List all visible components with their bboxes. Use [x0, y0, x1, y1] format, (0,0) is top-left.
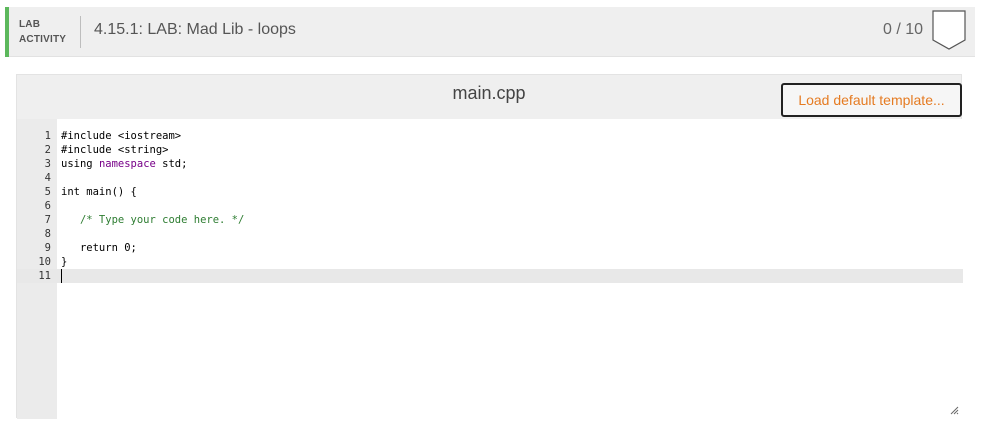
line-code-text[interactable]: #include <iostream>: [61, 129, 181, 143]
code-line[interactable]: 9 return 0;: [17, 241, 963, 255]
lab-header: LAB ACTIVITY 4.15.1: LAB: Mad Lib - loop…: [5, 7, 975, 57]
line-number: 3: [44, 158, 51, 170]
code-line[interactable]: 3 using namespace std;: [17, 157, 963, 171]
code-line[interactable]: 1 #include <iostream>: [17, 129, 963, 143]
activity-label-line1: LAB: [19, 19, 41, 30]
text-cursor: [61, 269, 62, 283]
resize-grip-icon[interactable]: [950, 406, 959, 415]
line-code-text[interactable]: /* Type your code here. */: [61, 213, 244, 227]
code-line[interactable]: 4: [17, 171, 963, 185]
code-line[interactable]: 10}: [17, 255, 963, 269]
line-number: 8: [44, 228, 51, 240]
line-number: 11: [38, 270, 51, 282]
line-number: 2: [44, 144, 51, 156]
code-line[interactable]: 11: [17, 269, 963, 283]
code-line[interactable]: 5 int main() {: [17, 185, 963, 199]
code-editor-panel: main.cpp Load default template... 1 #incl…: [16, 74, 963, 419]
line-code-text[interactable]: }: [61, 255, 67, 269]
line-number: 7: [44, 214, 51, 226]
line-number: 1: [44, 130, 51, 142]
code-line[interactable]: 6: [17, 199, 963, 213]
line-code-text[interactable]: #include <string>: [61, 143, 168, 157]
lab-score: 0 / 10: [883, 21, 924, 38]
line-number: 5: [44, 186, 51, 198]
code-line[interactable]: 2 #include <string>: [17, 143, 963, 157]
line-number: 6: [44, 200, 51, 212]
activity-type-label: LAB ACTIVITY: [19, 17, 66, 47]
completion-badge-icon: [932, 10, 966, 50]
lab-accent-bar: [5, 7, 9, 57]
load-default-template-button[interactable]: Load default template...: [781, 83, 962, 117]
code-line[interactable]: 7 /* Type your code here. */: [17, 213, 963, 227]
line-number: 9: [44, 242, 51, 254]
line-code-text[interactable]: return 0;: [61, 241, 137, 255]
code-editor[interactable]: 1 #include <iostream> 2 #include <string> 3 u…: [17, 119, 963, 419]
line-code-text[interactable]: int main() {: [61, 185, 137, 199]
lab-title: 4.15.1: LAB: Mad Lib - loops: [94, 21, 296, 38]
line-number: 10: [38, 256, 51, 268]
line-code-text[interactable]: using namespace std;: [61, 157, 187, 171]
line-number: 4: [44, 172, 51, 184]
activity-label-line2: ACTIVITY: [19, 34, 67, 45]
header-divider: [80, 16, 81, 48]
code-line[interactable]: 8: [17, 227, 963, 241]
